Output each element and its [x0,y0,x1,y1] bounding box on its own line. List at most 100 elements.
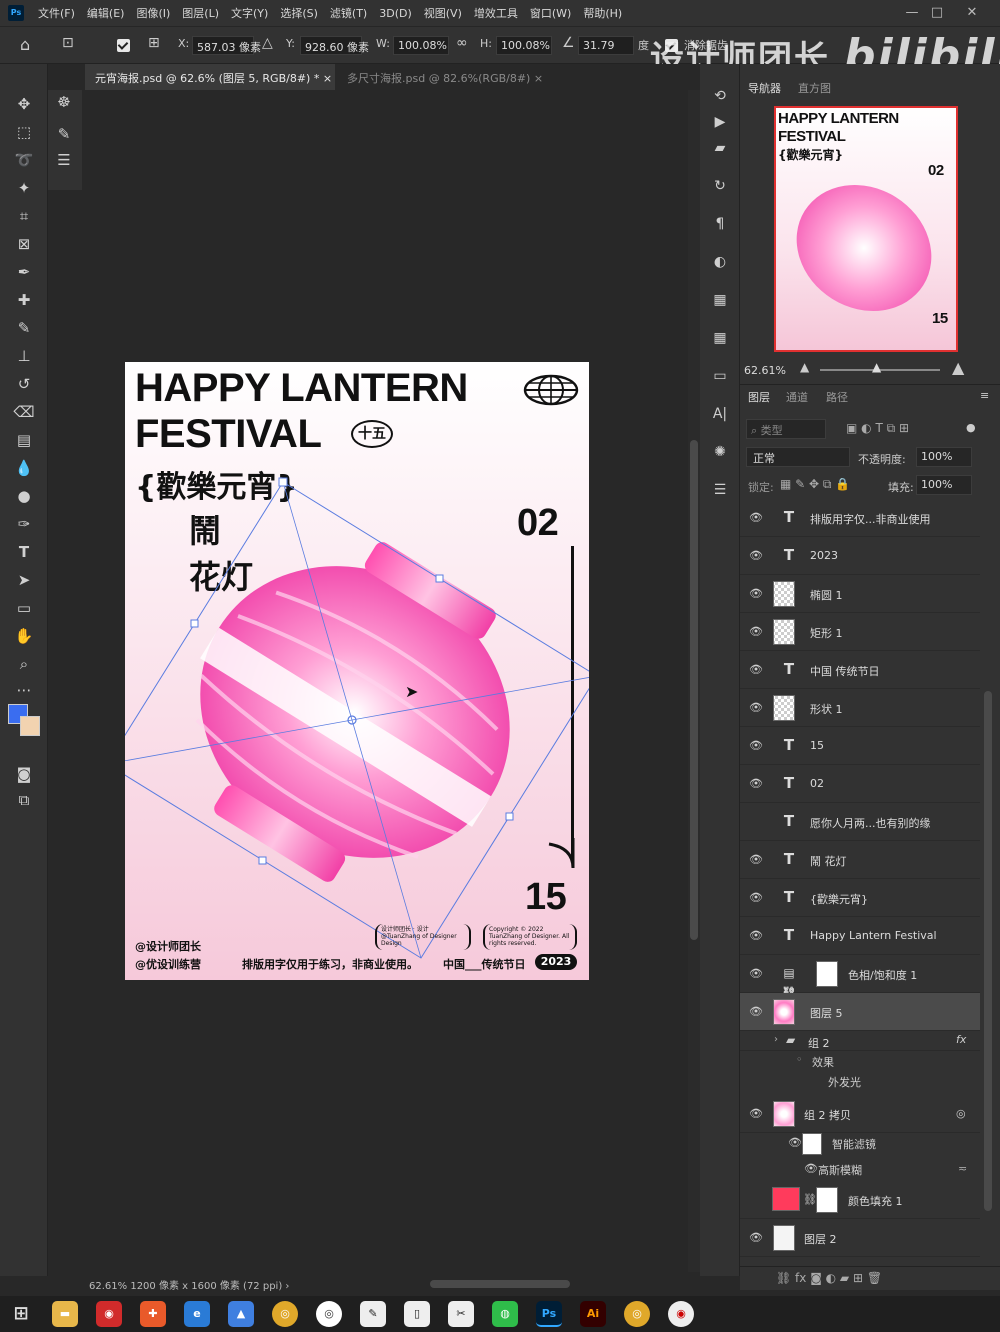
pen-tool-icon[interactable]: ✑ [12,512,36,536]
menu-select[interactable]: 选择(S) [274,5,324,21]
background-color-swatch[interactable] [20,716,40,736]
comments-icon[interactable]: ▰ [710,138,730,158]
tab-multi-size-poster[interactable]: 多尺寸海报.psd @ 82.6%(RGB/8#) × [337,64,557,90]
smart-object-icon[interactable]: ◎ [956,1107,966,1120]
menu-help[interactable]: 帮助(H) [577,5,628,21]
panel-menu-icon[interactable]: ≡ [980,389,989,402]
swatches-icon[interactable]: ▦ [710,290,730,310]
capcut-icon[interactable]: ✂ [448,1301,474,1327]
app-red-icon[interactable]: ✚ [140,1301,166,1327]
smart-filter-mask[interactable] [802,1133,822,1155]
scroll-thumb[interactable] [430,1280,570,1288]
menu-plugins[interactable]: 增效工具 [468,5,524,21]
tab-paths[interactable]: 路径 [826,389,848,405]
visibility-eye-icon[interactable]: 👁 [749,1232,763,1244]
layer-mask-thumbnail[interactable] [816,1187,838,1213]
move-tool-icon[interactable]: ✥ [12,92,36,116]
filter-options-icon[interactable]: ≂ [958,1162,967,1175]
tab-layers[interactable]: 图层 [748,389,770,405]
navigator-zoom-value[interactable]: 62.61% [744,364,786,377]
visibility-eye-icon[interactable]: 👁 [749,968,763,980]
layers-scroll-thumb[interactable] [984,691,992,1211]
layer-group-row[interactable]: › ▰ 组 2 fx [740,1031,980,1051]
marquee-tool-icon[interactable]: ⬚ [12,120,36,144]
minimize-icon[interactable]: — [900,3,924,23]
blur-tool-icon[interactable]: 💧 [12,456,36,480]
visibility-eye-icon[interactable]: 👁 [749,1006,763,1018]
history-icon[interactable]: ⟲ [710,86,730,106]
layer-row[interactable]: 👁 T {歡樂元宵} [740,879,980,917]
visibility-eye-icon[interactable]: 👁 [749,550,763,562]
canvas-horizontal-scrollbar[interactable] [300,1278,680,1290]
edge-browser-icon[interactable]: e [184,1301,210,1327]
gradient-tool-icon[interactable]: ▤ [12,428,36,452]
photoshop-logo-icon[interactable]: Ps [8,5,24,21]
layer-filter-icons[interactable]: ▣ ◐ T ⧉ ⊞ [846,421,909,436]
windows-start-icon[interactable]: ⊞ [8,1301,34,1327]
properties-icon[interactable]: ▭ [710,366,730,386]
zoom-slider-handle[interactable]: ▲ [872,360,881,374]
layer-row[interactable]: 👁 图层 2 [740,1219,980,1257]
y-field[interactable]: 928.60 像素 [300,36,369,55]
blend-mode-select[interactable]: 正常 [746,447,850,467]
visibility-eye-icon[interactable]: 👁 [749,512,763,524]
angle-field[interactable]: 31.79 [578,36,634,55]
visibility-eye-icon[interactable]: 👁 [749,740,763,752]
app-white-icon[interactable]: ▯ [404,1301,430,1327]
wechat-icon[interactable]: ◍ [492,1301,518,1327]
frame-tool-icon[interactable]: ⊠ [12,232,36,256]
poster-artboard[interactable]: HAPPY LANTERN FESTIVAL 十五 {歡樂元宵} 鬧 花灯 02… [125,362,589,980]
app-circle-icon[interactable]: ◎ [316,1301,342,1327]
home-icon[interactable]: ⌂ [20,35,30,54]
zoom-tool-icon[interactable]: ⌕ [12,652,36,676]
layer-row[interactable]: 👁 T Happy Lantern Festival [740,917,980,955]
grid-point-icon[interactable]: ⊞ [148,35,160,51]
visibility-eye-icon[interactable] [749,1194,761,1206]
netease-music-icon[interactable]: ◉ [96,1301,122,1327]
visibility-eye-icon[interactable]: 👁 [749,930,763,942]
palette-icon[interactable]: ☸ [52,90,76,114]
transform-bounding-box[interactable] [125,362,589,980]
file-explorer-icon[interactable]: ▬ [52,1301,78,1327]
menu-window[interactable]: 窗口(W) [524,5,577,21]
fill-color-thumbnail[interactable] [772,1187,800,1211]
adjustments-icon[interactable]: ◐ [710,252,730,272]
expand-chevron-icon[interactable]: › [774,1034,778,1045]
layer-row[interactable]: 👁 T 02 [740,765,980,803]
scroll-thumb[interactable] [690,440,698,940]
brush-settings-icon[interactable]: ✎ [52,122,76,146]
stamp-tool-icon[interactable]: ⊥ [12,344,36,368]
path-select-tool-icon[interactable]: ➤ [12,568,36,592]
link-icon[interactable]: ∞ [456,35,468,51]
x-field[interactable]: 587.03 像素 [192,36,261,55]
menu-filter[interactable]: 滤镜(T) [324,5,373,21]
visibility-eye-icon[interactable] [749,816,761,828]
zoom-in-icon[interactable]: ▲ [952,358,964,377]
menu-edit[interactable]: 编辑(E) [81,5,131,21]
maximize-icon[interactable]: □ [925,3,949,23]
reference-point-icon[interactable]: ⊡ [62,35,74,51]
healing-tool-icon[interactable]: ✚ [12,288,36,312]
adjust-sliders-icon[interactable]: ☰ [52,148,76,172]
filter-toggle-icon[interactable]: ● [966,421,976,434]
layer-row[interactable]: 👁 T 中国 传统节日 [740,651,980,689]
navigator-preview[interactable]: HAPPY LANTERN FESTIVAL {歡樂元宵} 02 15 [774,106,958,352]
layer-row[interactable]: 👁 ▤⛓ 色相/饱和度 1 [740,955,980,1000]
fill-field[interactable]: 100% [916,475,972,495]
layer-row[interactable]: 👁 T 鬧 花灯 [740,841,980,879]
opacity-field[interactable]: 100% [916,447,972,467]
layer-row[interactable]: 👁 矩形 1 [740,613,980,651]
brush-tool-icon[interactable]: ✎ [12,316,36,340]
layer-actions-icons[interactable]: ⛓ fx ◙ ◐ ▰ ⊞ 🗑 [776,1271,882,1285]
layer-row[interactable]: 👁 T 排版用字仅...非商业使用 [740,499,980,537]
actions-play-icon[interactable]: ▶ [710,112,730,132]
tab-close-icon[interactable]: × [534,72,543,85]
paragraph-icon[interactable]: ¶ [710,214,730,234]
layer-row[interactable]: 👁 T 2023 [740,537,980,575]
menu-image[interactable]: 图像(I) [130,5,176,21]
app-blue-icon[interactable]: ▲ [228,1301,254,1327]
reference-point-checkbox[interactable] [117,39,130,52]
visibility-eye-icon[interactable]: 👁 [749,664,763,676]
lasso-tool-icon[interactable]: ➰ [12,148,36,172]
photoshop-taskbar-icon[interactable]: Ps [536,1301,562,1327]
